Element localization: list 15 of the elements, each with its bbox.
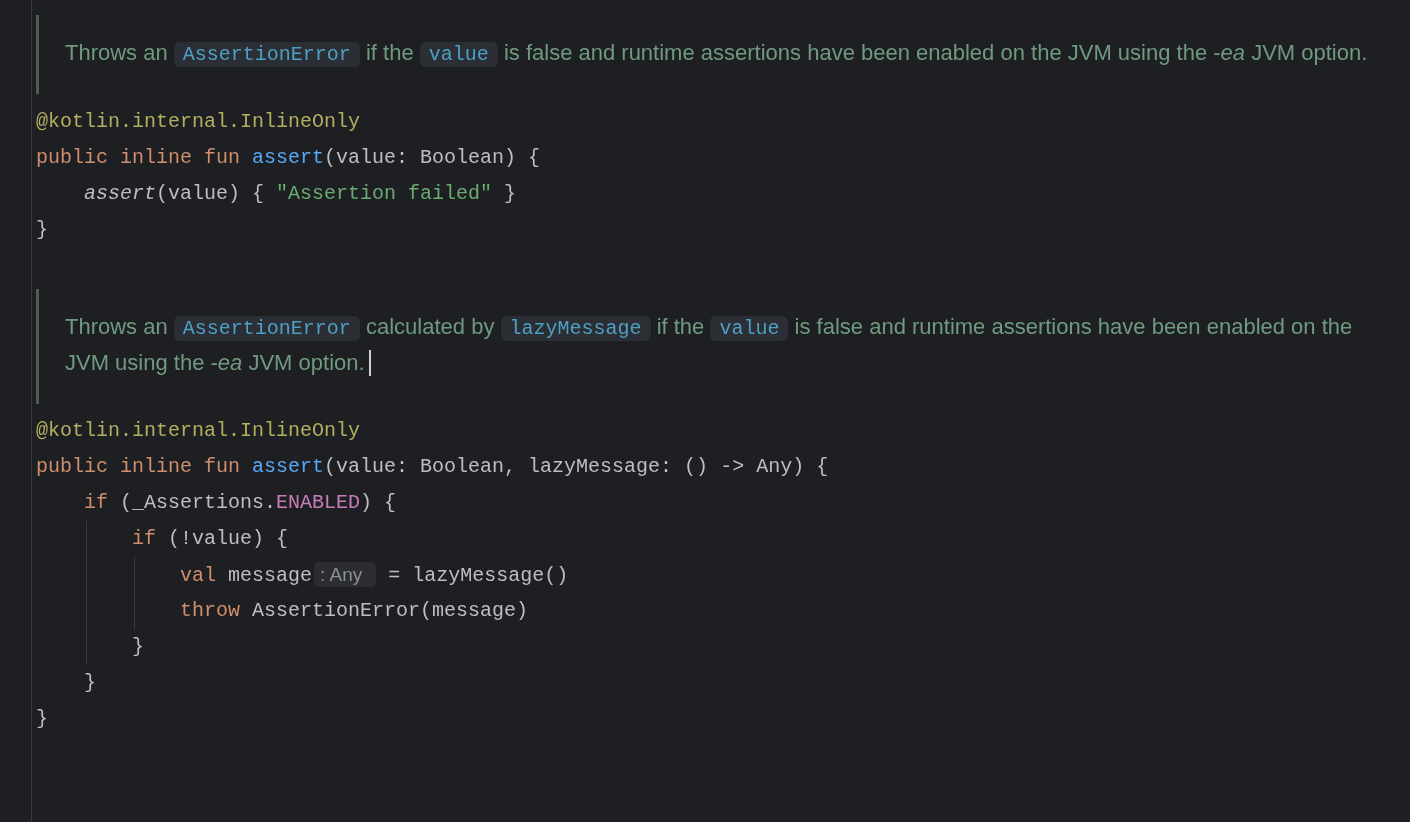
- code-line: @kotlin.internal.InlineOnly: [36, 419, 361, 442]
- code-line: public inline fun assert(value: Boolean) {: [36, 146, 541, 169]
- code-line: }: [132, 635, 144, 658]
- doc-comment-text: Throws an AssertionError calculated by lazyMessage if the value is false and runtime assertions have been enabled on the JVM using the -ea JVM option.: [65, 313, 1354, 377]
- doc-comment-text: Throws an AssertionError if the value is false and runtime assertions have been enabled on the JVM using the -ea JVM option.: [65, 39, 1369, 69]
- code-line: }: [36, 218, 48, 241]
- code-line: }: [36, 707, 48, 730]
- code-line: if (!value) {: [132, 527, 289, 550]
- code-line: val message : Any = lazyMessage(): [180, 564, 569, 587]
- code-line: throw AssertionError(message): [180, 599, 529, 622]
- code-line: public inline fun assert(value: Boolean, lazyMessage: () -> Any) {: [36, 455, 829, 478]
- code-line: if (_Assertions.ENABLED) {: [84, 491, 397, 514]
- code-line: assert(value) { "Assertion failed" }: [84, 182, 517, 205]
- code-line: @kotlin.internal.InlineOnly: [36, 110, 361, 133]
- code-line: }: [84, 671, 96, 694]
